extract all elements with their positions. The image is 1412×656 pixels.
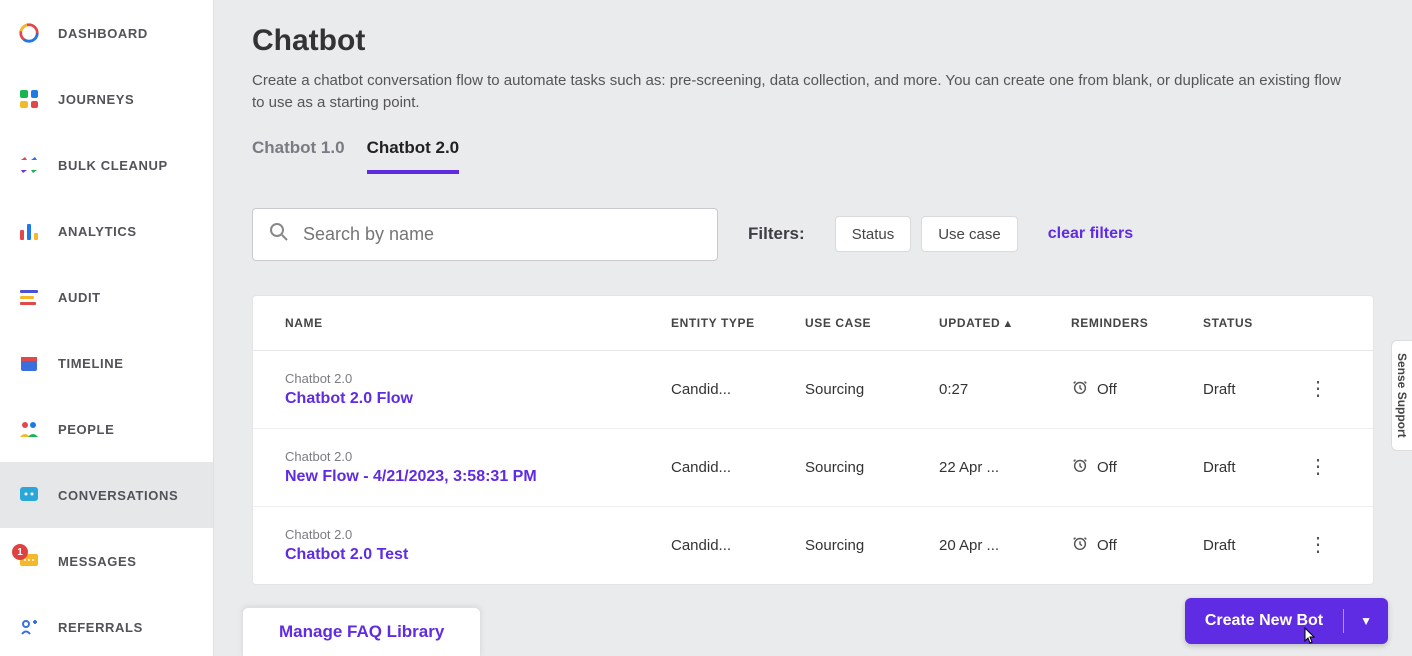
create-new-bot-label: Create New Bot <box>1185 612 1343 630</box>
filter-status[interactable]: Status <box>835 216 912 252</box>
audit-icon <box>18 286 40 308</box>
row-status: Draft <box>1203 381 1301 398</box>
search-box[interactable] <box>252 208 718 261</box>
sidebar-item-conversations[interactable]: CONVERSATIONS <box>0 462 213 528</box>
row-entity: Candid... <box>671 381 805 398</box>
row-usecase: Sourcing <box>805 381 939 398</box>
sidebar-item-label: REFERRALS <box>58 620 143 635</box>
row-updated: 22 Apr ... <box>939 459 1071 476</box>
journeys-icon <box>18 88 40 110</box>
sidebar-item-label: AUDIT <box>58 290 101 305</box>
clock-icon <box>1071 378 1089 400</box>
sidebar-item-timeline[interactable]: TIMELINE <box>0 330 213 396</box>
sidebar: DASHBOARD JOURNEYS BULK CLEANUP ANALYTIC… <box>0 0 214 656</box>
sense-support-tab[interactable]: Sense Support <box>1391 340 1412 451</box>
sidebar-item-audit[interactable]: AUDIT <box>0 264 213 330</box>
bots-table: NAME ENTITY TYPE USE CASE UPDATED▲ REMIN… <box>252 295 1374 585</box>
page-description: Create a chatbot conversation flow to au… <box>252 70 1352 114</box>
sidebar-item-analytics[interactable]: ANALYTICS <box>0 198 213 264</box>
clock-icon <box>1071 534 1089 556</box>
row-name-link[interactable]: New Flow - 4/21/2023, 3:58:31 PM <box>285 468 671 486</box>
table-row: Chatbot 2.0 New Flow - 4/21/2023, 3:58:3… <box>253 429 1373 507</box>
row-entity: Candid... <box>671 459 805 476</box>
sidebar-item-referrals[interactable]: REFERRALS <box>0 594 213 656</box>
table-row: Chatbot 2.0 Chatbot 2.0 Test Candid... S… <box>253 507 1373 584</box>
tab-chatbot-2[interactable]: Chatbot 2.0 <box>367 138 460 174</box>
row-version: Chatbot 2.0 <box>285 371 671 386</box>
col-usecase[interactable]: USE CASE <box>805 316 939 330</box>
conversations-icon <box>18 484 40 506</box>
row-usecase: Sourcing <box>805 537 939 554</box>
sidebar-item-label: DASHBOARD <box>58 26 148 41</box>
row-status: Draft <box>1203 537 1301 554</box>
sidebar-item-label: CONVERSATIONS <box>58 488 178 503</box>
col-actions <box>1301 316 1335 330</box>
col-entity[interactable]: ENTITY TYPE <box>671 316 805 330</box>
sidebar-item-people[interactable]: PEOPLE <box>0 396 213 462</box>
sidebar-item-label: MESSAGES <box>58 554 136 569</box>
sidebar-item-journeys[interactable]: JOURNEYS <box>0 66 213 132</box>
page-title: Chatbot <box>252 24 1374 58</box>
row-reminders: Off <box>1071 534 1203 556</box>
manage-faq-library-button[interactable]: Manage FAQ Library <box>242 607 481 656</box>
clear-filters[interactable]: clear filters <box>1048 225 1133 243</box>
messages-badge: 1 <box>12 544 28 560</box>
table-header: NAME ENTITY TYPE USE CASE UPDATED▲ REMIN… <box>253 296 1373 351</box>
sidebar-item-label: PEOPLE <box>58 422 114 437</box>
referrals-icon <box>18 616 40 638</box>
row-version: Chatbot 2.0 <box>285 527 671 542</box>
sidebar-item-label: JOURNEYS <box>58 92 134 107</box>
search-icon <box>269 222 289 247</box>
sidebar-item-bulk-cleanup[interactable]: BULK CLEANUP <box>0 132 213 198</box>
row-name-link[interactable]: Chatbot 2.0 Test <box>285 546 671 564</box>
row-updated: 0:27 <box>939 381 1071 398</box>
main-content: Chatbot Create a chatbot conversation fl… <box>214 0 1412 656</box>
row-version: Chatbot 2.0 <box>285 449 671 464</box>
dashboard-icon <box>18 22 40 44</box>
create-new-bot-button[interactable]: Create New Bot ▼ <box>1185 598 1388 644</box>
row-actions-menu[interactable]: ⋮ <box>1301 535 1335 555</box>
sidebar-item-label: TIMELINE <box>58 356 123 371</box>
search-input[interactable] <box>303 224 701 245</box>
timeline-icon <box>18 352 40 374</box>
col-status[interactable]: STATUS <box>1203 316 1301 330</box>
col-updated[interactable]: UPDATED▲ <box>939 316 1071 330</box>
sidebar-item-dashboard[interactable]: DASHBOARD <box>0 0 213 66</box>
row-name-link[interactable]: Chatbot 2.0 Flow <box>285 390 671 408</box>
filter-usecase[interactable]: Use case <box>921 216 1018 252</box>
row-updated: 20 Apr ... <box>939 537 1071 554</box>
row-entity: Candid... <box>671 537 805 554</box>
col-reminders[interactable]: REMINDERS <box>1071 316 1203 330</box>
col-name[interactable]: NAME <box>285 316 671 330</box>
bulk-cleanup-icon <box>18 154 40 176</box>
toolbar: Filters: Status Use case clear filters <box>252 208 1374 261</box>
row-status: Draft <box>1203 459 1301 476</box>
sidebar-item-messages[interactable]: 1 MESSAGES <box>0 528 213 594</box>
sort-asc-icon: ▲ <box>1002 318 1014 330</box>
row-reminders: Off <box>1071 456 1203 478</box>
row-reminders: Off <box>1071 378 1203 400</box>
tab-chatbot-1[interactable]: Chatbot 1.0 <box>252 138 345 174</box>
row-actions-menu[interactable]: ⋮ <box>1301 379 1335 399</box>
clock-icon <box>1071 456 1089 478</box>
analytics-icon <box>18 220 40 242</box>
tabs: Chatbot 1.0 Chatbot 2.0 <box>252 138 1374 174</box>
row-usecase: Sourcing <box>805 459 939 476</box>
messages-icon: 1 <box>18 550 40 572</box>
table-row: Chatbot 2.0 Chatbot 2.0 Flow Candid... S… <box>253 351 1373 429</box>
row-actions-menu[interactable]: ⋮ <box>1301 457 1335 477</box>
filters-label: Filters: <box>748 224 805 244</box>
sidebar-item-label: BULK CLEANUP <box>58 158 168 173</box>
chevron-down-icon[interactable]: ▼ <box>1344 614 1388 628</box>
sidebar-item-label: ANALYTICS <box>58 224 137 239</box>
people-icon <box>18 418 40 440</box>
